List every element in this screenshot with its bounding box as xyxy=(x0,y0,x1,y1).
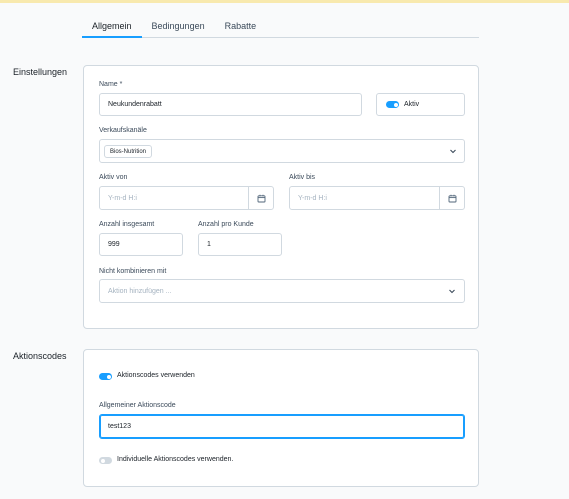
active-until-label: Aktiv bis xyxy=(289,174,316,181)
active-toggle[interactable] xyxy=(386,101,399,108)
general-code-field[interactable]: test123 xyxy=(99,414,465,439)
individual-codes-label: Individuelle Aktionscodes verwenden. xyxy=(117,456,234,463)
per-customer-field[interactable]: 1 xyxy=(198,233,282,256)
channel-chip[interactable]: Bios-Nutrition xyxy=(104,145,153,158)
tab-allgemein[interactable]: Allgemein xyxy=(82,12,142,38)
settings-card: Name * Neukundenrabatt Aktiv Verkaufskan… xyxy=(83,65,479,329)
per-customer-label: Anzahl pro Kunde xyxy=(198,221,254,228)
tab-bar: Allgemein Bedingungen Rabatte xyxy=(82,12,479,38)
chevron-down-icon[interactable] xyxy=(448,287,456,295)
use-codes-label: Aktionscodes verwenden xyxy=(117,372,195,379)
channels-label: Verkaufskanäle xyxy=(99,127,147,134)
tab-rabatte[interactable]: Rabatte xyxy=(215,12,267,38)
active-from-label: Aktiv von xyxy=(99,174,128,181)
individual-codes-toggle[interactable] xyxy=(99,457,112,464)
calendar-icon[interactable] xyxy=(248,187,273,209)
calendar-icon[interactable] xyxy=(439,187,464,209)
total-label: Anzahl insgesamt xyxy=(99,221,155,228)
name-label: Name * xyxy=(99,81,123,88)
general-code-label: Allgemeiner Aktionscode xyxy=(99,402,176,409)
no-combine-label: Nicht kombinieren mit xyxy=(99,268,167,275)
codes-section-title: Aktionscodes xyxy=(13,351,67,361)
chevron-down-icon[interactable] xyxy=(449,147,457,155)
codes-card: Aktionscodes verwenden Allgemeiner Aktio… xyxy=(83,349,479,487)
active-label: Aktiv xyxy=(404,101,420,108)
tab-bedingungen[interactable]: Bedingungen xyxy=(142,12,215,38)
use-codes-toggle[interactable] xyxy=(99,373,112,380)
top-accent-bar xyxy=(0,0,569,3)
name-field[interactable]: Neukundenrabatt xyxy=(99,93,362,116)
active-toggle-box[interactable]: Aktiv xyxy=(376,93,465,116)
total-field[interactable]: 999 xyxy=(99,233,183,256)
settings-section-title: Einstellungen xyxy=(13,67,68,77)
no-combine-select[interactable]: Aktion hinzufügen ... xyxy=(99,279,465,303)
channels-select[interactable]: Bios-Nutrition xyxy=(99,139,465,163)
